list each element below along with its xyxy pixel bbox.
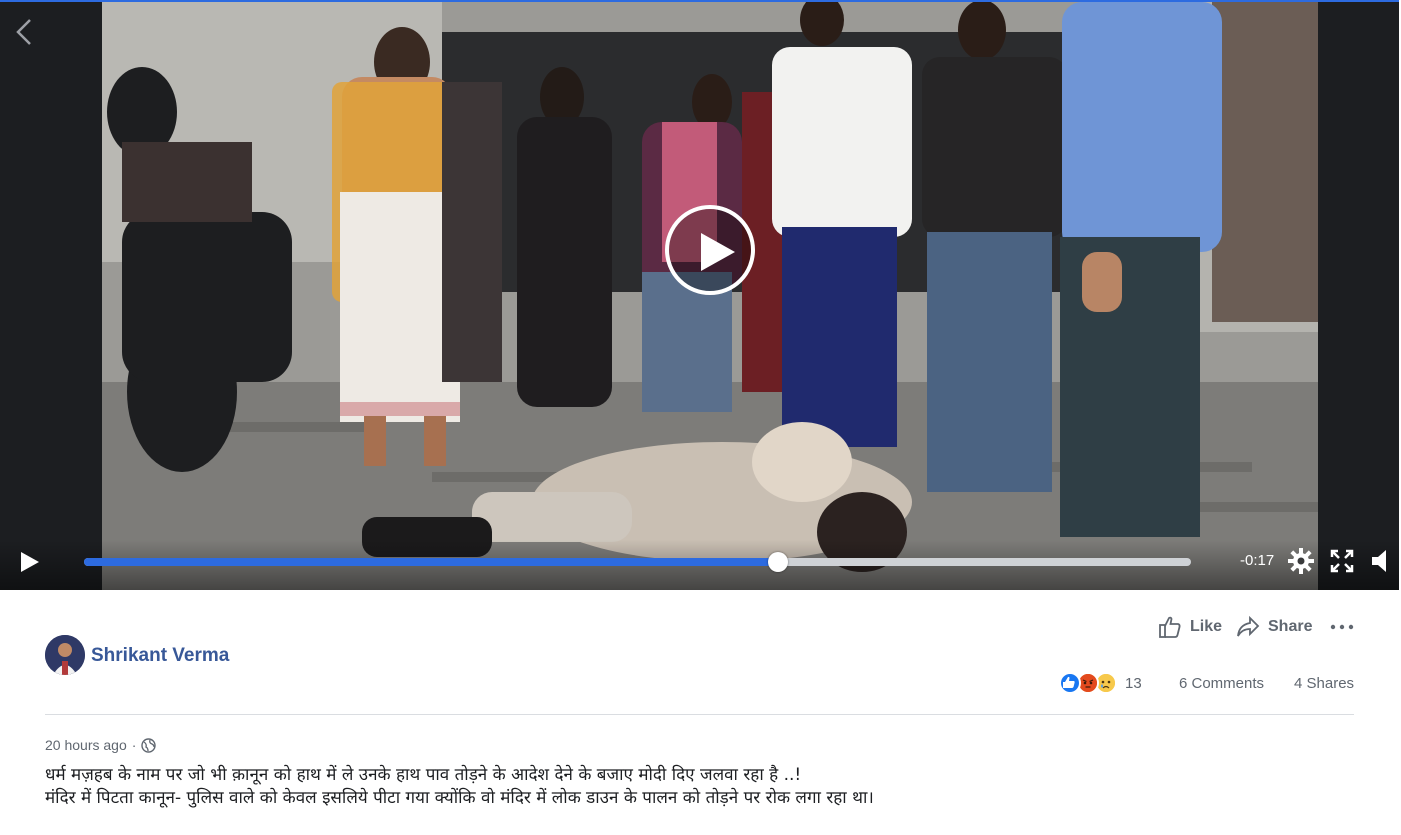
back-chevron-icon[interactable] — [10, 16, 40, 48]
fullscreen-icon[interactable] — [1330, 549, 1354, 573]
globe-icon[interactable] — [141, 737, 157, 753]
time-remaining: -0:17 — [1240, 552, 1275, 569]
avatar[interactable] — [45, 635, 85, 675]
video-progress-bar[interactable] — [84, 552, 1191, 572]
post-viewer: -0:17 Shrikant Verma Like Share 13 6 Com… — [0, 0, 1401, 835]
comments-count-link[interactable]: 6 Comments — [1179, 675, 1264, 692]
share-button[interactable]: Share — [1236, 612, 1312, 642]
caption-line: धर्म मज़हब के नाम पर जो भी क़ानून को हाथ… — [45, 765, 802, 785]
video-frame — [102, 2, 1318, 590]
share-arrow-icon — [1237, 615, 1260, 637]
gear-icon[interactable] — [1288, 548, 1314, 574]
post-caption: धर्म मज़हब के नाम पर जो भी क़ानून को हाथ… — [45, 764, 874, 810]
reactions-summary[interactable]: 13 — [1059, 670, 1142, 696]
like-button[interactable]: Like — [1158, 612, 1222, 642]
post-meta: 20 hours ago · — [45, 737, 157, 753]
play-overlay-button[interactable] — [665, 205, 755, 295]
reaction-count: 13 — [1125, 674, 1142, 692]
like-label: Like — [1190, 618, 1223, 635]
meta-separator: · — [131, 737, 137, 753]
play-icon[interactable] — [18, 550, 42, 574]
share-label: Share — [1268, 618, 1313, 635]
shares-count-link[interactable]: 4 Shares — [1294, 675, 1354, 692]
more-options-icon[interactable] — [1330, 620, 1354, 634]
play-icon — [701, 233, 735, 271]
author-name[interactable]: Shrikant Verma — [91, 645, 229, 667]
divider — [45, 714, 1354, 715]
video-player[interactable]: -0:17 — [0, 0, 1399, 590]
like-icon — [1059, 672, 1081, 694]
caption-line: मंदिर में पिटता कानून- पुलिस वाले को केव… — [45, 788, 874, 808]
video-controls: -0:17 — [0, 540, 1399, 590]
post-timestamp[interactable]: 20 hours ago — [45, 737, 127, 753]
video-still-image — [102, 2, 1318, 590]
video-progress-knob[interactable] — [768, 552, 789, 572]
thumbs-up-icon — [1159, 616, 1181, 638]
volume-icon[interactable] — [1370, 548, 1392, 574]
video-progress-fill — [84, 558, 779, 566]
